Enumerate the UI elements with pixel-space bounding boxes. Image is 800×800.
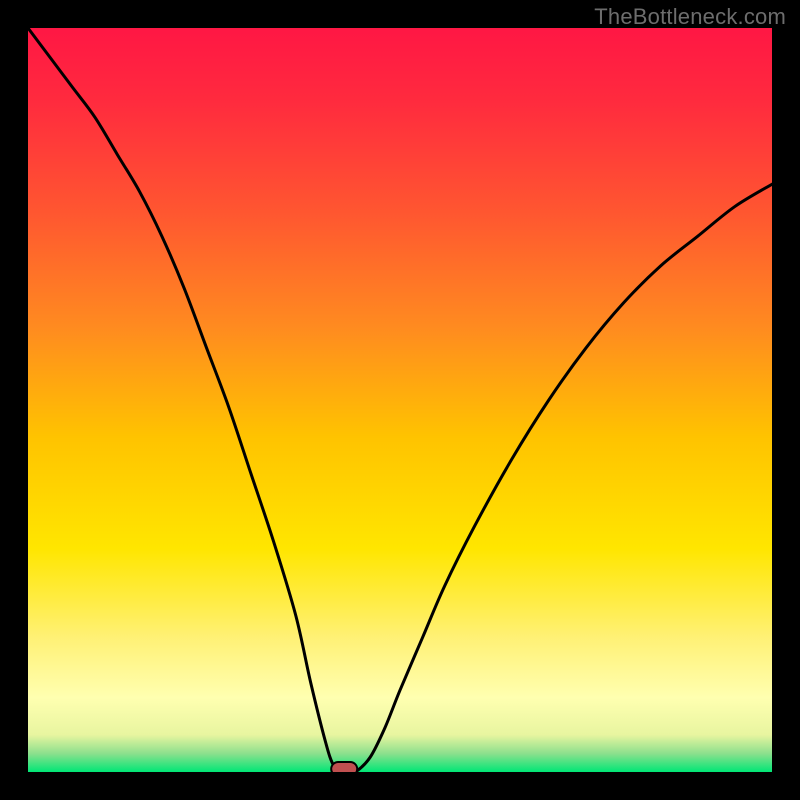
- gradient-background: [28, 28, 772, 772]
- optimal-marker: [331, 762, 357, 772]
- chart-frame: TheBottleneck.com: [0, 0, 800, 800]
- plot-area: [28, 28, 772, 772]
- plot-svg: [28, 28, 772, 772]
- watermark-text: TheBottleneck.com: [594, 4, 786, 30]
